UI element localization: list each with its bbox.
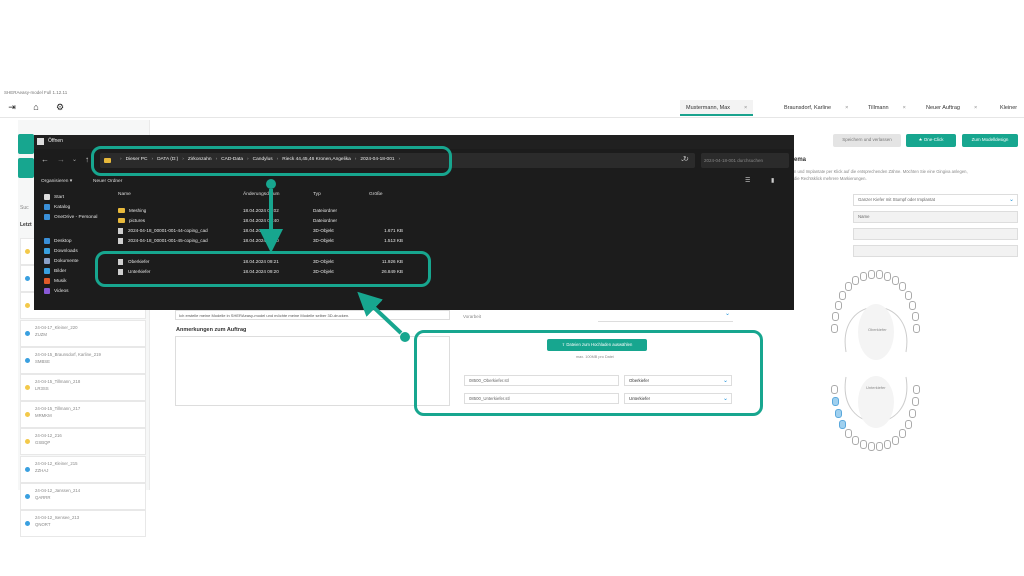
annotation-arrows [259, 179, 410, 342]
